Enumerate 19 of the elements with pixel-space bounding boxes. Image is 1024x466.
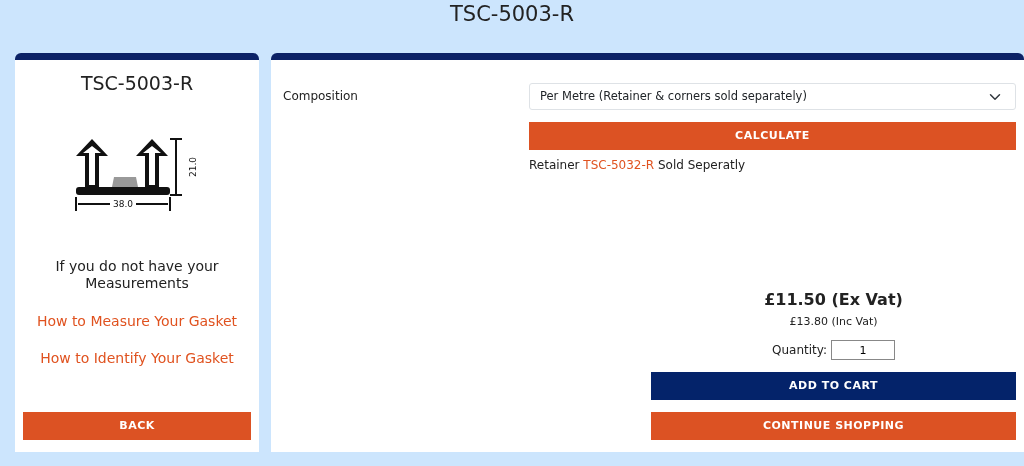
price-inc-vat: £13.80 (Inc Vat): [789, 313, 878, 330]
price-ex-vat: £11.50 (Ex Vat): [764, 288, 903, 311]
add-to-cart-button[interactable]: ADD TO CART: [651, 372, 1016, 400]
retainer-note: Retainer TSC-5032-R Sold Seperatly: [529, 157, 747, 174]
measure-link[interactable]: How to Measure Your Gasket: [36, 310, 238, 332]
width-dimension: 38.0: [113, 198, 134, 209]
composition-label: Composition: [283, 89, 358, 103]
calculate-button[interactable]: CALCULATE: [529, 122, 1016, 150]
product-title: TSC-5003-R: [80, 72, 194, 95]
help-text: If you do not have your Measurements: [54, 257, 220, 293]
quantity-label: Quantity:: [772, 342, 827, 359]
quantity-field[interactable]: 1: [831, 340, 895, 360]
page-title: TSC-5003-R: [449, 1, 575, 28]
height-dimension: 21.0: [188, 156, 198, 177]
continue-shopping-button[interactable]: CONTINUE SHOPPING: [651, 412, 1016, 440]
identify-link[interactable]: How to Identify Your Gasket: [40, 347, 234, 369]
composition-select[interactable]: Per Metre (Retainer & corners sold separately): [529, 83, 1016, 110]
back-button[interactable]: BACK: [23, 412, 251, 440]
retainer-link[interactable]: TSC-5032-R: [583, 158, 655, 172]
